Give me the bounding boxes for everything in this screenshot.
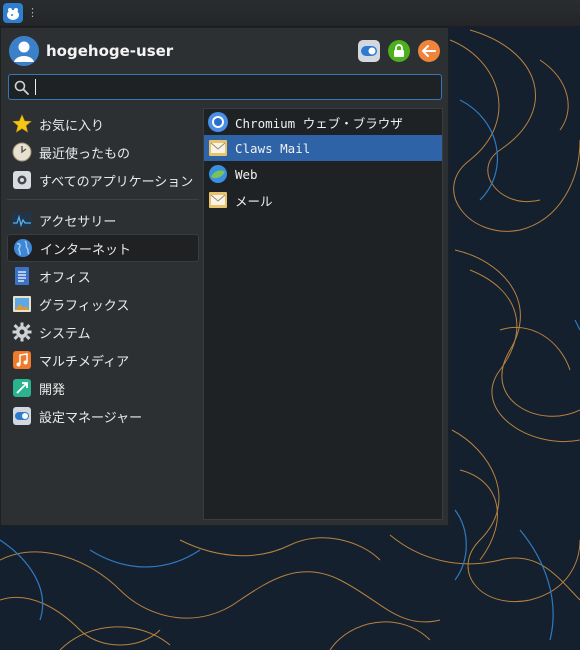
avatar bbox=[9, 36, 39, 66]
search-input[interactable] bbox=[33, 77, 437, 99]
music-note-icon bbox=[11, 349, 33, 371]
category-label: 最近使ったもの bbox=[39, 146, 131, 162]
settings-toggle-icon bbox=[11, 405, 33, 427]
category-all-applications[interactable]: すべてのアプリケーション bbox=[7, 166, 199, 194]
category-label: 開発 bbox=[39, 382, 66, 398]
all-applications-icon bbox=[11, 169, 33, 191]
chromium-icon bbox=[207, 111, 229, 133]
gear-icon bbox=[11, 321, 33, 343]
category-label: すべてのアプリケーション bbox=[39, 174, 194, 190]
category-office[interactable]: オフィス bbox=[7, 262, 199, 290]
app-web[interactable]: Web bbox=[204, 161, 442, 187]
app-mail[interactable]: メール bbox=[204, 187, 442, 213]
category-label: インターネット bbox=[40, 242, 132, 258]
category-separator bbox=[7, 199, 199, 200]
category-label: システム bbox=[39, 326, 91, 342]
user-icon bbox=[9, 36, 39, 66]
whisker-menu-button[interactable] bbox=[3, 3, 23, 23]
category-label: お気に入り bbox=[39, 118, 105, 134]
xfce-mouse-icon bbox=[3, 3, 23, 23]
application-menu: hogehoge-user お気に入り 最近使ったもの すべてのアプリケーション… bbox=[0, 27, 449, 526]
app-label: メール bbox=[235, 193, 273, 209]
clock-icon bbox=[11, 141, 33, 163]
category-label: マルチメディア bbox=[39, 354, 130, 370]
settings-toggle-icon bbox=[361, 46, 377, 56]
category-internet[interactable]: インターネット bbox=[7, 234, 199, 262]
category-settings-manager[interactable]: 設定マネージャー bbox=[7, 402, 199, 430]
category-label: オフィス bbox=[39, 270, 91, 286]
globe-icon bbox=[12, 237, 34, 259]
app-label: Web bbox=[235, 166, 258, 182]
category-recent[interactable]: 最近使ったもの bbox=[7, 138, 199, 166]
top-panel: ⋮ bbox=[0, 0, 580, 27]
development-icon bbox=[11, 377, 33, 399]
app-label: Chromium ウェブ・ブラウザ bbox=[235, 115, 403, 131]
app-label: Claws Mail bbox=[235, 140, 311, 156]
app-chromium[interactable]: Chromium ウェブ・ブラウザ bbox=[204, 109, 442, 135]
panel-handle-icon[interactable]: ⋮ bbox=[27, 7, 38, 18]
star-icon bbox=[11, 113, 33, 135]
web-browser-icon bbox=[207, 163, 229, 185]
category-label: アクセサリー bbox=[39, 214, 117, 230]
category-accessories[interactable]: アクセサリー bbox=[7, 206, 199, 234]
category-favorites[interactable]: お気に入り bbox=[7, 110, 199, 138]
category-list: お気に入り 最近使ったもの すべてのアプリケーション アクセサリー インターネッ… bbox=[7, 110, 199, 430]
category-multimedia[interactable]: マルチメディア bbox=[7, 346, 199, 374]
settings-manager-button[interactable] bbox=[358, 40, 380, 62]
mail-envelope-icon bbox=[207, 189, 229, 211]
category-label: グラフィックス bbox=[39, 298, 130, 314]
mail-envelope-icon bbox=[207, 137, 229, 159]
category-label: 設定マネージャー bbox=[39, 410, 143, 426]
logout-button[interactable] bbox=[418, 40, 440, 62]
username-label: hogehoge-user bbox=[46, 42, 174, 60]
lock-icon bbox=[394, 44, 404, 57]
search-box bbox=[8, 74, 442, 100]
app-claws-mail[interactable]: Claws Mail bbox=[204, 135, 442, 161]
application-list: Chromium ウェブ・ブラウザ Claws Mail Web メール bbox=[203, 108, 443, 520]
document-icon bbox=[11, 265, 33, 287]
logout-icon bbox=[422, 45, 436, 57]
search-icon bbox=[14, 80, 29, 95]
category-development[interactable]: 開発 bbox=[7, 374, 199, 402]
category-graphics[interactable]: グラフィックス bbox=[7, 290, 199, 318]
accessories-icon bbox=[11, 209, 33, 231]
user-header: hogehoge-user bbox=[9, 36, 441, 66]
category-system[interactable]: システム bbox=[7, 318, 199, 346]
lock-screen-button[interactable] bbox=[388, 40, 410, 62]
image-icon bbox=[11, 293, 33, 315]
